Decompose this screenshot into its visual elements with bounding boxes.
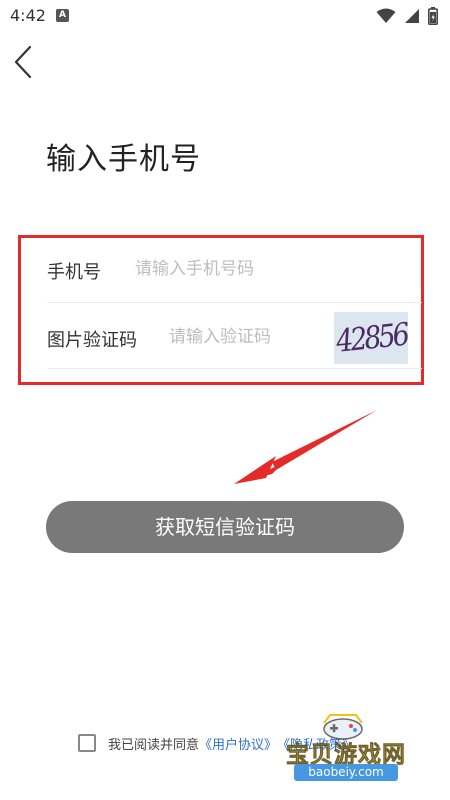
captcha-row: 图片验证码 42856: [47, 304, 422, 369]
phone-row: 手机号: [47, 238, 422, 303]
get-sms-code-button[interactable]: 获取短信验证码: [46, 501, 404, 553]
battery-icon: [428, 7, 438, 25]
agreement-checkbox[interactable]: [78, 734, 96, 752]
app-notification-icon: A: [56, 9, 69, 22]
wifi-icon: [376, 8, 396, 23]
captcha-image-text: 42856: [333, 316, 409, 360]
status-icons: [376, 7, 438, 25]
user-agreement-link[interactable]: 《用户协议》: [199, 734, 277, 753]
phone-label: 手机号: [47, 262, 101, 283]
captcha-input[interactable]: [169, 327, 339, 347]
chevron-left-icon: [14, 45, 32, 79]
status-time: 4:42: [10, 6, 46, 25]
watermark-url: baobeiy.com: [294, 764, 398, 781]
back-button[interactable]: [10, 44, 40, 80]
red-arrow-icon: [234, 410, 377, 484]
agreement-text: 我已阅读并同意: [108, 737, 200, 753]
captcha-label: 图片验证码: [47, 330, 137, 351]
signal-icon: [405, 9, 419, 23]
page-title: 输入手机号: [46, 142, 201, 177]
captcha-image[interactable]: 42856: [334, 312, 408, 364]
status-bar: 4:42 A: [0, 0, 450, 32]
form-highlight-box: 手机号 图片验证码 42856: [18, 235, 424, 385]
watermark-logo: 宝贝游戏网 baobeiy.com: [276, 703, 416, 783]
phone-input[interactable]: [135, 259, 415, 279]
